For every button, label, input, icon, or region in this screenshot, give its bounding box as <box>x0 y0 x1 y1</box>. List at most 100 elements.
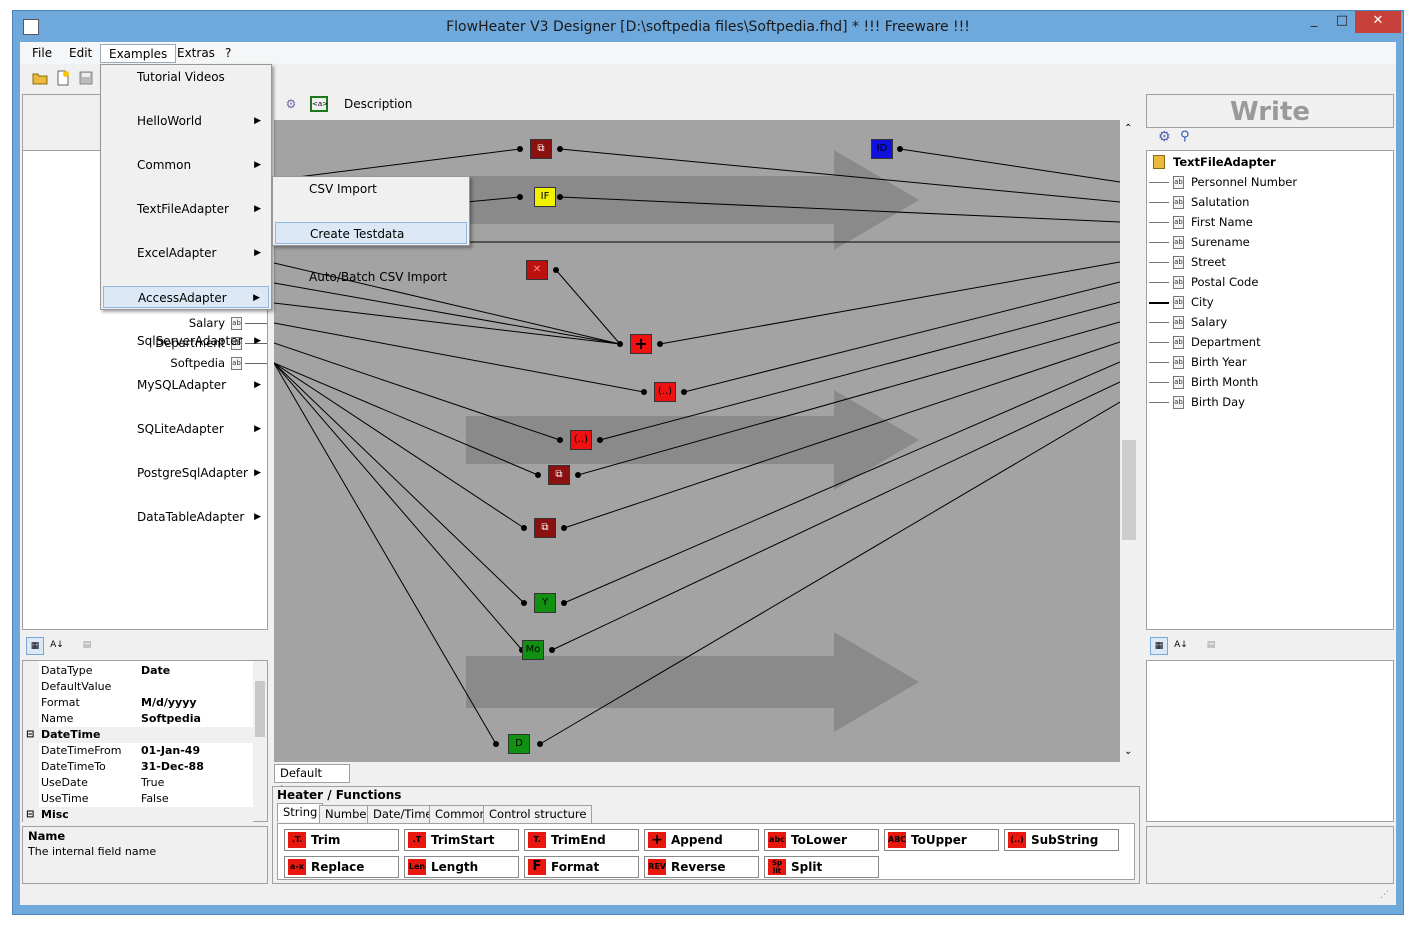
function-split-button[interactable]: Sp lit Split <box>764 856 879 878</box>
function-tolower-button[interactable]: abc ToLower <box>764 829 879 851</box>
tab-control-structure[interactable]: Control structure <box>483 805 593 824</box>
menu-edit[interactable]: Edit <box>61 44 100 63</box>
sort-alpha-icon[interactable]: A↓ <box>1172 637 1190 655</box>
function-reverse-button[interactable]: REV Reverse <box>644 856 759 878</box>
examples-menu-item[interactable]: Tutorial Videos <box>103 66 269 88</box>
examples-menu-item[interactable]: PostgreSqlAdapter ▶ <box>103 462 269 484</box>
prop-row-usedate[interactable]: UseDate True <box>23 775 253 791</box>
minimize-button[interactable]: _ <box>1300 11 1328 33</box>
write-field-row[interactable]: ab First Name <box>1147 212 1393 232</box>
examples-menu-item[interactable]: Common ▶ <box>103 154 269 176</box>
search-icon[interactable]: ⚲ <box>1180 129 1190 144</box>
prop-row-datetimeto[interactable]: DateTimeTo 31-Dec-88 <box>23 759 253 775</box>
collapse-icon[interactable]: ⊟ <box>26 807 34 823</box>
examples-menu-item[interactable]: SQLiteAdapter ▶ <box>103 418 269 440</box>
copy-node[interactable]: ⧉ <box>530 139 552 159</box>
write-adapter-label[interactable]: TextFileAdapter <box>1173 152 1276 172</box>
close-button[interactable]: ✕ <box>1355 11 1401 33</box>
prop-row-datatype[interactable]: DataType Date <box>23 663 253 679</box>
title-bar[interactable]: FlowHeater V3 Designer [D:\softpedia fil… <box>13 11 1403 43</box>
year-node[interactable]: Y <box>534 593 556 613</box>
canvas-scrollbar[interactable]: ⌃ ⌄ <box>1120 120 1138 762</box>
prop-value[interactable]: Date <box>141 663 170 679</box>
substring-node[interactable]: (..) <box>654 382 676 402</box>
write-field-row[interactable]: ab City <box>1147 292 1393 312</box>
settings-gear-icon[interactable]: ⚙ <box>1158 129 1171 145</box>
read-field-softpedia[interactable]: Softpedia <box>83 353 225 373</box>
menu-examples[interactable]: Examples <box>100 44 177 63</box>
function-trim-button[interactable]: .T. Trim <box>284 829 399 851</box>
append-node[interactable]: + <box>630 334 652 354</box>
menu-csv-import[interactable]: CSV Import <box>275 178 467 200</box>
property-pages-icon[interactable]: ▤ <box>1202 637 1220 655</box>
menu-create-testdata[interactable]: Create Testdata <box>275 222 467 244</box>
function-toupper-button[interactable]: ABC ToUpper <box>884 829 999 851</box>
examples-menu-item[interactable]: ExcelAdapter ▶ <box>103 242 269 264</box>
function-trimend-button[interactable]: T. TrimEnd <box>524 829 639 851</box>
examples-menu-item[interactable]: TextFileAdapter ▶ <box>103 198 269 220</box>
id-node[interactable]: ID <box>871 139 893 159</box>
function-replace-button[interactable]: a-x Replace <box>284 856 399 878</box>
scrollbar-thumb[interactable] <box>255 681 265 737</box>
collapse-icon[interactable]: ⊟ <box>26 727 34 743</box>
prop-value[interactable]: 31-Dec-88 <box>141 759 204 775</box>
examples-menu-item[interactable]: DataTableAdapter ▶ <box>103 506 269 528</box>
prop-row-format[interactable]: Format M/d/yyyy <box>23 695 253 711</box>
function-trimstart-button[interactable]: .T TrimStart <box>404 829 519 851</box>
write-field-row[interactable]: ab Department <box>1147 332 1393 352</box>
write-field-row[interactable]: ab Street <box>1147 252 1393 272</box>
write-field-row[interactable]: ab Personnel Number <box>1147 172 1393 192</box>
sort-alpha-icon[interactable]: A↓ <box>48 637 66 655</box>
write-field-row[interactable]: ab Surename <box>1147 232 1393 252</box>
tab-default-layer[interactable]: Default Layer <box>274 764 350 797</box>
tab-string[interactable]: String <box>277 803 324 822</box>
prop-value[interactable]: 01-Jan-49 <box>141 743 200 759</box>
save-icon[interactable] <box>78 70 94 86</box>
examples-menu-item[interactable]: HelloWorld ▶ <box>103 110 269 132</box>
month-node[interactable]: Mo <box>522 640 544 660</box>
gears-icon[interactable]: ⚙ <box>282 96 300 114</box>
maximize-button[interactable]: □ <box>1328 11 1356 33</box>
examples-menu-item[interactable]: MySQLAdapter ▶ <box>103 374 269 396</box>
menu-extras[interactable]: Extras <box>169 44 223 63</box>
prop-row-datetimefrom[interactable]: DateTimeFrom 01-Jan-49 <box>23 743 253 759</box>
function-append-button[interactable]: + Append <box>644 829 759 851</box>
description-label[interactable]: Description <box>344 97 412 111</box>
function-format-button[interactable]: F Format <box>524 856 639 878</box>
write-field-row[interactable]: ab Salary <box>1147 312 1393 332</box>
write-field-row[interactable]: ab Birth Year <box>1147 352 1393 372</box>
menu-auto-batch-csv-import[interactable]: Auto/Batch CSV Import <box>275 266 467 288</box>
prop-category-misc[interactable]: ⊟ Misc <box>23 807 253 823</box>
description-icon[interactable]: <a> <box>310 96 328 112</box>
prop-row-usetime[interactable]: UseTime False <box>23 791 253 807</box>
write-field-row[interactable]: ab Birth Month <box>1147 372 1393 392</box>
open-folder-icon[interactable] <box>32 70 48 86</box>
copy-node[interactable]: ⧉ <box>548 465 570 485</box>
examples-menu-item[interactable]: AccessAdapter ▶ <box>103 286 269 308</box>
scroll-down-icon[interactable]: ⌄ <box>1124 746 1132 757</box>
day-node[interactable]: D <box>508 734 530 754</box>
examples-menu-item[interactable]: SqlServerAdapter ▶ <box>103 330 269 352</box>
copy-node[interactable]: ⧉ <box>534 518 556 538</box>
resize-grip-icon[interactable]: ⋰ <box>1380 890 1389 900</box>
function-substring-button[interactable]: (..) SubString <box>1004 829 1119 851</box>
prop-category-datetime[interactable]: ⊟ DateTime <box>23 727 253 743</box>
if-node[interactable]: IF <box>534 187 556 207</box>
prop-row-defaultvalue[interactable]: DefaultValue <box>23 679 253 695</box>
scrollbar-thumb[interactable] <box>1122 440 1136 540</box>
prop-value[interactable]: True <box>141 775 164 791</box>
categorized-icon[interactable]: ▦ <box>26 637 44 655</box>
function-length-button[interactable]: Len Length <box>404 856 519 878</box>
cross-node[interactable]: ✕ <box>526 260 548 280</box>
prop-value[interactable]: False <box>141 791 169 807</box>
property-pages-icon[interactable]: ▤ <box>78 637 96 655</box>
scroll-up-icon[interactable]: ⌃ <box>1124 123 1132 134</box>
write-field-row[interactable]: ab Postal Code <box>1147 272 1393 292</box>
tab-datetime[interactable]: Date/Time <box>367 805 439 824</box>
prop-row-name[interactable]: Name Softpedia <box>23 711 253 727</box>
menu-file[interactable]: File <box>24 44 60 63</box>
substring-node[interactable]: (..) <box>570 430 592 450</box>
grid-scrollbar[interactable] <box>253 661 267 821</box>
new-file-icon[interactable] <box>55 70 71 86</box>
write-field-row[interactable]: ab Salutation <box>1147 192 1393 212</box>
